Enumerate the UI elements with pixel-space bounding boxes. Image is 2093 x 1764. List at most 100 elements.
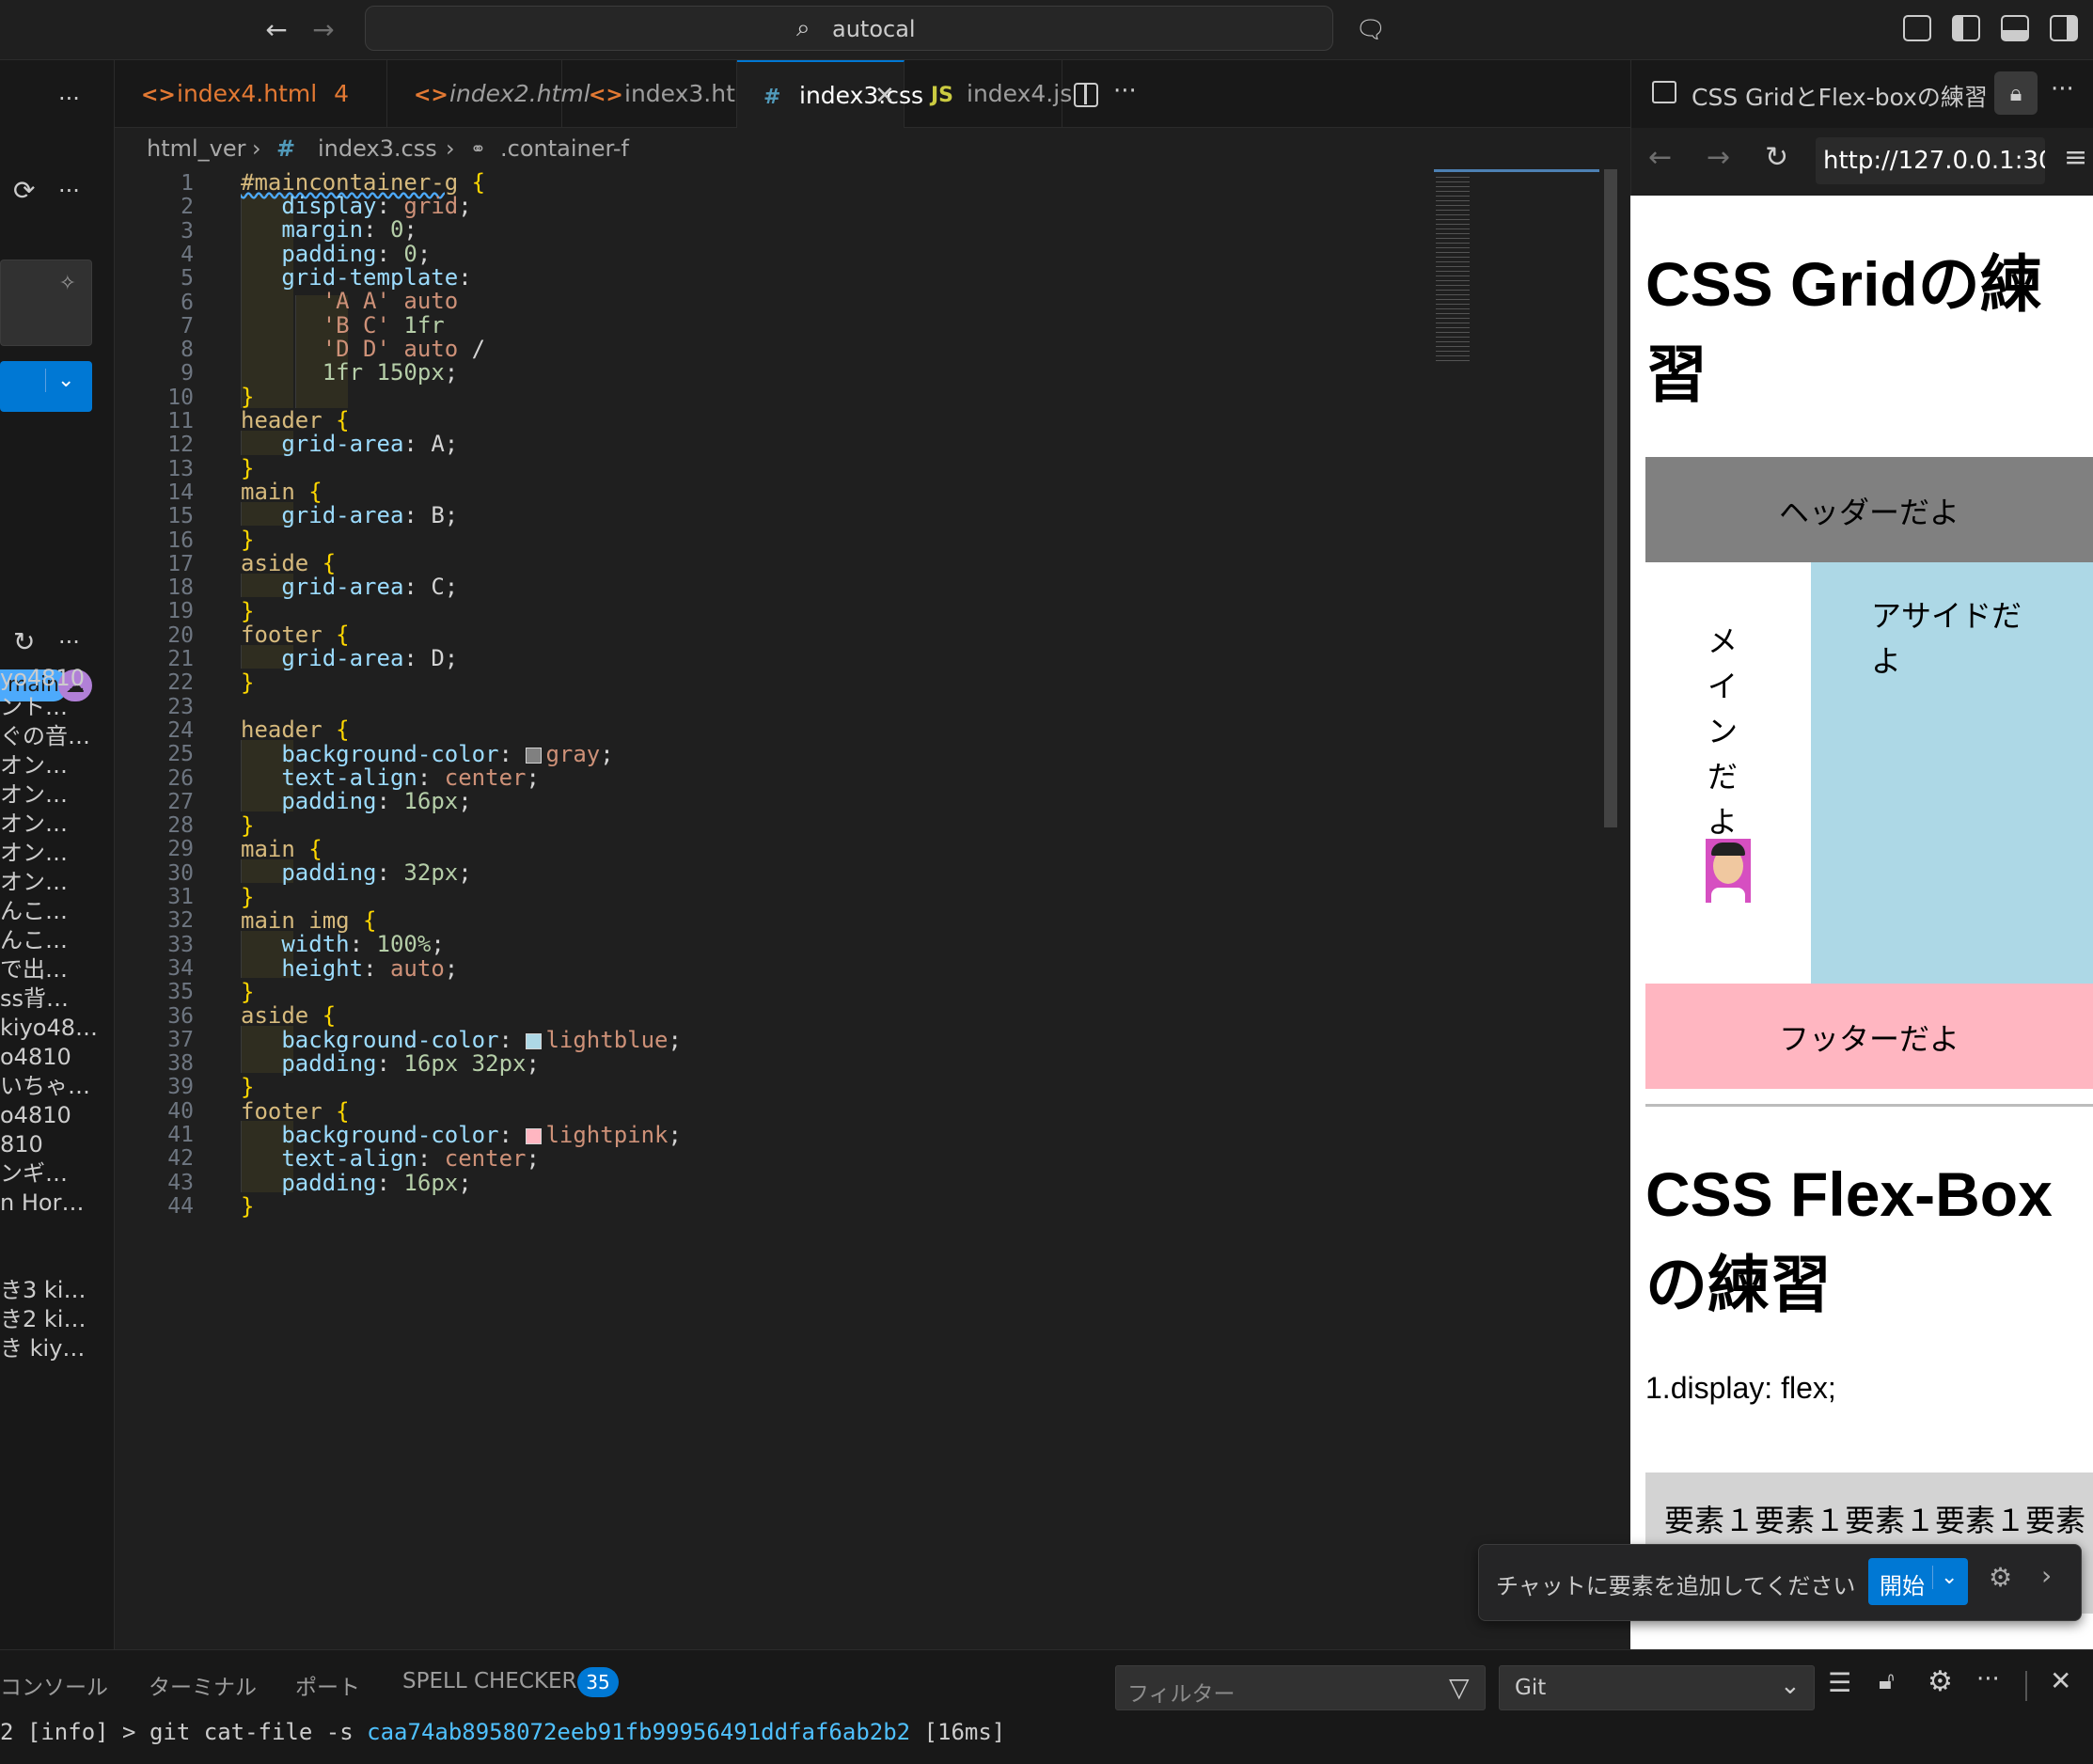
tab-terminal[interactable]: ターミナル [149, 1669, 257, 1701]
sparkle-icon[interactable]: ✧ [59, 272, 76, 295]
code-line-33[interactable]: width: 100%; [241, 931, 444, 957]
code-line-15[interactable]: grid-area: B; [241, 502, 458, 528]
code-line-38[interactable]: padding: 16px 32px; [241, 1050, 540, 1077]
more-actions-icon[interactable]: ··· [1976, 1665, 2000, 1693]
code-line-14[interactable]: main { [241, 479, 323, 505]
lock-icon[interactable]: 🔒︎ [1994, 71, 2038, 115]
code-line-5[interactable]: grid-template: [241, 264, 471, 291]
code-line-37[interactable]: background-color: lightblue; [241, 1027, 682, 1053]
lock-scroll-icon[interactable]: 🔓︎ [1879, 1667, 1895, 1696]
customize-layout-icon[interactable] [1903, 15, 1931, 41]
more-actions-icon[interactable]: ··· [1113, 77, 1137, 105]
browser-tab-title[interactable]: CSS GridとFlex-boxの練習 [1692, 79, 1988, 113]
code-line-12[interactable]: grid-area: A; [241, 431, 458, 457]
chevron-down-icon[interactable]: ⌄ [1932, 1566, 1958, 1589]
output-channel-select[interactable]: Git ⌄ [1499, 1665, 1815, 1710]
editor-scrollbar[interactable] [1604, 169, 1617, 827]
command-center-search[interactable]: ⌕ autocal [365, 6, 1333, 51]
more-actions-icon[interactable]: ··· [58, 79, 96, 118]
code-line-19[interactable]: } [241, 598, 254, 624]
more-actions-icon[interactable]: ··· [58, 622, 96, 662]
toggle-primary-sidebar-icon[interactable] [1952, 15, 1980, 41]
code-line-27[interactable]: padding: 16px; [241, 788, 471, 814]
code-line-31[interactable]: } [241, 884, 254, 910]
toggle-secondary-sidebar-icon[interactable] [2050, 15, 2078, 41]
close-icon[interactable]: ✕ [2050, 1665, 2071, 1696]
color-swatch-lightblue[interactable] [526, 1033, 543, 1049]
tab-console[interactable]: コンソール [0, 1669, 108, 1701]
minimap[interactable] [1434, 169, 1599, 386]
code-line-26[interactable]: text-align: center; [241, 764, 540, 791]
code-line-4[interactable]: padding: 0; [241, 241, 431, 267]
color-swatch-gray[interactable] [526, 748, 543, 764]
code-line-34[interactable]: height: auto; [241, 955, 458, 982]
breadcrumb-folder[interactable]: html_ver [147, 128, 246, 169]
code-line-29[interactable]: main { [241, 836, 323, 862]
code-line-1[interactable]: #maincontainer-g { [241, 169, 485, 196]
back-arrow-icon[interactable]: ← [260, 13, 293, 47]
tab-index3-html[interactable]: <>index3.html [562, 60, 764, 128]
tab-index4-js[interactable]: JS index4.js [905, 60, 1072, 128]
code-line-42[interactable]: text-align: center; [241, 1145, 540, 1172]
chevron-right-icon[interactable]: › [2041, 1560, 2052, 1591]
gear-icon[interactable]: ⚙ [1928, 1665, 1953, 1698]
code-line-43[interactable]: padding: 16px; [241, 1170, 471, 1196]
url-input[interactable]: http://127.0.0.1:300 [1816, 137, 2045, 184]
code-line-10[interactable]: } [241, 384, 254, 410]
filter-icon[interactable]: ▽ [1449, 1672, 1470, 1703]
toggle-panel-icon[interactable] [2001, 15, 2029, 41]
code-line-40[interactable]: footer { [241, 1098, 350, 1125]
commit-list-item[interactable]: n Hor… [0, 1183, 113, 1222]
code-line-30[interactable]: padding: 32px; [241, 859, 471, 886]
breadcrumb-symbol[interactable]: .container-f [500, 128, 629, 169]
code-line-8[interactable]: 'D D' auto / [241, 336, 485, 362]
commit-list-item[interactable]: き kiy… [0, 1329, 113, 1368]
split-editor-icon[interactable] [1074, 83, 1098, 107]
menu-icon[interactable]: ≡ [2064, 141, 2087, 174]
back-arrow-icon[interactable]: ← [1648, 141, 1672, 174]
gear-icon[interactable]: ⚙ [1989, 1562, 2012, 1593]
code-line-39[interactable]: } [241, 1074, 254, 1100]
chat-icon[interactable]: 🗨︎⌄ [1354, 13, 1388, 78]
code-line-9[interactable]: 1fr 150px; [241, 359, 459, 386]
clear-output-icon[interactable]: ☰ [1828, 1667, 1851, 1698]
tab-ports[interactable]: ポート [295, 1669, 360, 1701]
browser-viewport[interactable]: CSS Gridの練 習 ヘッダーだよ メ イ ン だ よ アサイドだ よ フッ… [1630, 196, 2093, 1649]
code-line-24[interactable]: header { [241, 717, 350, 743]
code-line-6[interactable]: 'A A' auto [241, 288, 459, 314]
color-swatch-lightpink[interactable] [526, 1128, 543, 1144]
tab-index3-css[interactable]: # index3.css ✕ [737, 60, 923, 130]
refresh-icon[interactable]: ↻ [13, 622, 47, 662]
code-line-21[interactable]: grid-area: D; [241, 645, 458, 671]
filter-input[interactable]: フィルター ▽ [1115, 1665, 1486, 1710]
chevron-down-icon[interactable]: ⌄ [45, 369, 74, 392]
forward-arrow-icon[interactable]: → [307, 13, 340, 47]
sync-icon[interactable]: ⟳ [13, 171, 47, 211]
tab-index4-html[interactable]: <>index4.html 4 [115, 60, 387, 128]
forward-arrow-icon[interactable]: → [1707, 141, 1730, 174]
code-line-11[interactable]: header { [241, 407, 350, 433]
tab-spell-checker[interactable]: SPELL CHECKER [402, 1669, 576, 1693]
code-line-17[interactable]: aside { [241, 550, 336, 576]
reload-icon[interactable]: ↻ [1765, 141, 1788, 174]
code-line-25[interactable]: background-color: gray; [241, 741, 613, 767]
close-icon[interactable]: ✕ [874, 62, 895, 130]
code-line-20[interactable]: footer { [241, 622, 350, 648]
commit-button[interactable]: ⌄ [0, 361, 92, 412]
code-line-22[interactable]: } [241, 669, 254, 696]
code-line-18[interactable]: grid-area: C; [241, 574, 458, 600]
code-editor[interactable]: 1 2 3 4 5 6 7 8 9 10 11 12 13 14 15 16 17 18 19 20 21 22 23 24 2… [115, 169, 1630, 1649]
commit-message-input[interactable]: ✧ [0, 260, 92, 346]
code-line-32[interactable]: main img { [241, 907, 377, 934]
more-actions-icon[interactable]: ··· [58, 171, 96, 211]
code-line-41[interactable]: background-color: lightpink; [241, 1122, 682, 1148]
code-line-16[interactable]: } [241, 527, 254, 553]
code-line-44[interactable]: } [241, 1193, 254, 1220]
code-line-13[interactable]: } [241, 455, 254, 481]
code-line-3[interactable]: margin: 0; [241, 216, 417, 243]
code-line-2[interactable]: display: grid; [241, 193, 471, 219]
tab-index2-html[interactable]: <>index2.html [387, 60, 590, 128]
code-line-7[interactable]: 'B C' 1fr [241, 312, 445, 339]
breadcrumb-file[interactable]: index3.css [318, 128, 437, 169]
output-view[interactable]: 2 [info] > git cat-file -s caa74ab895807… [0, 1719, 2093, 1764]
